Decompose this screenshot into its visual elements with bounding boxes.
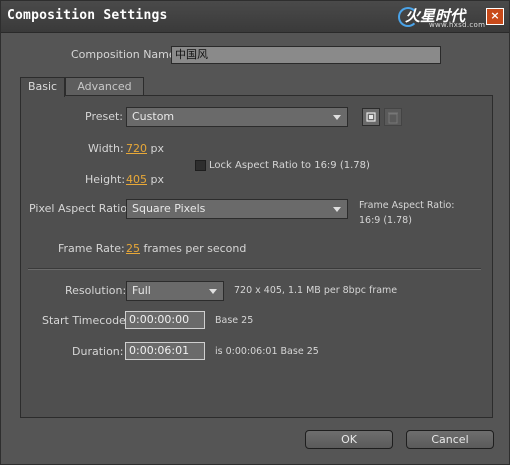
resolution-info: 720 x 405, 1.1 MB per 8bpc frame <box>234 285 398 296</box>
comp-name-label: Composition Name: <box>71 48 180 61</box>
start-timecode-label: Start Timecode: <box>42 314 130 327</box>
composition-settings-dialog: Composition Settings 火星时代 www.hxsd.com ×… <box>0 0 510 465</box>
width-label: Width: <box>88 142 124 155</box>
height-unit: px <box>150 173 165 186</box>
duration-input[interactable]: 0:00:06:01 <box>125 342 205 360</box>
height-label: Height: <box>85 173 126 186</box>
preset-value: Custom <box>132 110 175 123</box>
preset-dropdown[interactable]: Custom <box>126 107 348 127</box>
preset-label: Preset: <box>85 110 124 123</box>
width-field[interactable]: 720 px <box>126 142 164 155</box>
resolution-value: Full <box>132 284 151 297</box>
width-unit: px <box>150 142 165 155</box>
window-title: Composition Settings <box>7 8 168 23</box>
chevron-down-icon <box>330 202 344 216</box>
title-bar[interactable]: Composition Settings 火星时代 www.hxsd.com × <box>1 1 509 33</box>
resolution-dropdown[interactable]: Full <box>126 281 224 301</box>
ok-button[interactable]: OK <box>305 430 393 449</box>
watermark-url: www.hxsd.com <box>429 21 486 29</box>
duration-info: is 0:00:06:01 Base 25 <box>215 346 319 357</box>
comp-name-input[interactable]: 中国风 <box>171 46 441 64</box>
frame-aspect-value: 16:9 (1.78) <box>359 215 412 226</box>
frame-aspect-label: Frame Aspect Ratio: <box>359 200 455 211</box>
watermark-logo: 火星时代 www.hxsd.com <box>398 6 486 30</box>
tab-advanced[interactable]: Advanced <box>65 77 144 96</box>
delete-preset-button[interactable] <box>384 108 402 126</box>
lock-aspect-label: Lock Aspect Ratio to 16:9 (1.78) <box>209 160 370 171</box>
pixel-aspect-dropdown[interactable]: Square Pixels <box>126 199 348 219</box>
start-timecode-base: Base 25 <box>215 315 254 326</box>
frame-rate-value[interactable]: 25 <box>126 242 140 255</box>
pixel-aspect-label: Pixel Aspect Ratio: <box>29 202 131 215</box>
tab-basic[interactable]: Basic <box>20 77 65 97</box>
close-button[interactable]: × <box>486 8 504 25</box>
trash-icon <box>388 112 398 124</box>
frame-rate-label: Frame Rate: <box>58 242 125 255</box>
cancel-button[interactable]: Cancel <box>406 430 494 449</box>
resolution-label: Resolution: <box>65 284 127 297</box>
duration-label: Duration: <box>72 345 124 358</box>
frame-rate-field[interactable]: 25 frames per second <box>126 242 246 255</box>
start-timecode-input[interactable]: 0:00:00:00 <box>125 311 205 329</box>
save-preset-icon <box>366 112 376 122</box>
height-value[interactable]: 405 <box>126 173 147 186</box>
frame-rate-unit: frames per second <box>143 242 247 255</box>
width-value[interactable]: 720 <box>126 142 147 155</box>
chevron-down-icon <box>330 110 344 124</box>
chevron-down-icon <box>206 284 220 298</box>
save-preset-button[interactable] <box>362 108 380 126</box>
lock-aspect-checkbox[interactable] <box>195 160 206 171</box>
pixel-aspect-value: Square Pixels <box>132 202 206 215</box>
section-divider <box>28 268 481 270</box>
height-field[interactable]: 405 px <box>126 173 164 186</box>
